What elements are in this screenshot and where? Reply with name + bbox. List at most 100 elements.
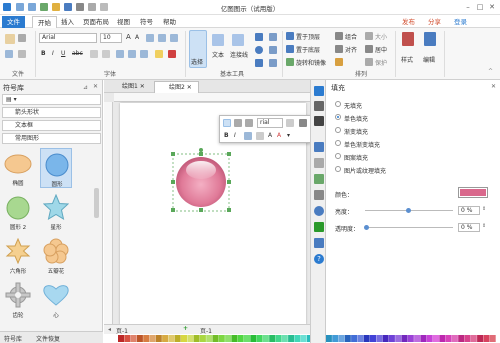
minimize-button[interactable]: – xyxy=(462,2,474,13)
palette-swatch[interactable] xyxy=(244,335,250,342)
shape-hexagram[interactable]: 六角形 xyxy=(2,236,34,276)
palette-swatch[interactable] xyxy=(464,335,471,342)
brightness-slider-knob[interactable] xyxy=(406,208,411,213)
pen-tool-icon[interactable] xyxy=(269,33,277,41)
protect-button[interactable]: 保护 xyxy=(375,58,387,67)
maximize-button[interactable]: □ xyxy=(474,2,486,13)
edit-icon[interactable] xyxy=(424,32,436,46)
panel-close-icon[interactable]: ✕ xyxy=(93,83,98,90)
rectangle-tool-icon[interactable] xyxy=(255,33,263,41)
fill-option-gradient-radio[interactable] xyxy=(335,127,341,133)
fill-option-picture-radio[interactable] xyxy=(335,166,341,172)
format-painter-float-icon[interactable] xyxy=(299,119,307,127)
bold-icon[interactable]: B xyxy=(41,50,46,57)
close-button[interactable]: ✕ xyxy=(486,2,498,13)
float-italic-icon[interactable]: I xyxy=(234,132,236,139)
palette-swatch[interactable] xyxy=(250,335,257,342)
library-category-textbox[interactable]: 文本框 xyxy=(2,120,101,131)
fill-color-picker[interactable] xyxy=(458,187,488,198)
transparency-spinner[interactable]: ⇕ xyxy=(482,223,486,229)
palette-swatch[interactable] xyxy=(470,335,477,342)
float-size-icon[interactable] xyxy=(286,119,294,127)
palette-swatch[interactable] xyxy=(130,335,137,342)
palette-swatch[interactable] xyxy=(458,335,465,342)
transparency-slider-knob[interactable] xyxy=(364,225,369,230)
font-color-icon[interactable] xyxy=(168,50,176,58)
tab-insert[interactable]: 插入 xyxy=(56,16,79,28)
italic-icon[interactable]: I xyxy=(52,50,54,57)
fill-option-pattern[interactable]: 图案填充 xyxy=(344,153,368,162)
palette-swatch[interactable] xyxy=(483,335,490,342)
publish-button[interactable]: 发布 xyxy=(402,16,415,28)
underline-icon[interactable]: U xyxy=(61,50,65,57)
palette-swatch[interactable] xyxy=(281,335,288,342)
arc-tool-icon[interactable] xyxy=(269,59,277,67)
send-back-icon[interactable] xyxy=(286,45,294,53)
doc-tab-2[interactable]: 绘图2 ✕ xyxy=(154,81,199,93)
brightness-input[interactable]: 0 % xyxy=(458,206,480,215)
align-button[interactable]: 对齐 xyxy=(345,45,357,54)
palette-swatch[interactable] xyxy=(388,335,395,342)
send-back-button[interactable]: 置于底层 xyxy=(296,45,320,54)
palette-swatch[interactable] xyxy=(231,335,238,342)
ellipse-tool-icon[interactable] xyxy=(255,46,263,54)
font-grow-icon[interactable]: A xyxy=(126,33,131,41)
line-tool-icon[interactable] xyxy=(255,59,263,67)
palette-swatch[interactable] xyxy=(401,335,408,342)
palette-swatch[interactable] xyxy=(288,335,295,342)
fill-icon[interactable] xyxy=(234,119,242,127)
palette-swatch[interactable] xyxy=(445,335,452,342)
align-icon[interactable] xyxy=(335,45,343,53)
library-category-common[interactable]: 常用图形 xyxy=(2,133,101,144)
tab-view[interactable]: 视图 xyxy=(112,16,135,28)
tab-page-layout[interactable]: 页面布局 xyxy=(78,16,114,28)
palette-swatch[interactable] xyxy=(338,335,345,342)
palette-swatch[interactable] xyxy=(351,335,358,342)
group-button[interactable]: 组合 xyxy=(345,32,357,41)
float-dropdown-icon[interactable]: ▾ xyxy=(287,132,290,139)
shape-heart[interactable]: 心 xyxy=(40,280,72,320)
shadow-panel-icon[interactable] xyxy=(314,116,324,126)
library-search-input[interactable]: ▤ ▾ xyxy=(2,94,101,105)
layer-panel-icon[interactable] xyxy=(314,158,324,168)
shape-circle[interactable]: 圆形 xyxy=(40,148,72,188)
paste-icon[interactable] xyxy=(5,34,15,44)
connector-tool-icon[interactable] xyxy=(232,34,244,46)
strikethrough-icon[interactable]: abc xyxy=(72,50,83,57)
lock-icon[interactable] xyxy=(335,58,343,66)
palette-swatch[interactable] xyxy=(382,335,389,342)
palette-swatch[interactable] xyxy=(206,335,213,342)
bring-front-icon[interactable] xyxy=(286,32,294,40)
fill-option-gradient[interactable]: 渐变填充 xyxy=(344,127,368,136)
palette-swatch[interactable] xyxy=(237,335,244,342)
palette-swatch[interactable] xyxy=(181,335,187,342)
shape-gear[interactable]: 齿轮 xyxy=(2,280,34,320)
format-painter-icon[interactable] xyxy=(5,50,13,58)
palette-swatch[interactable] xyxy=(325,335,332,342)
hyperlink-panel-icon[interactable] xyxy=(314,206,324,216)
highlight-color-icon[interactable] xyxy=(155,50,163,58)
palette-swatch[interactable] xyxy=(477,335,484,342)
fill-option-mono-gradient-radio[interactable] xyxy=(335,140,341,146)
pencil-tool-icon[interactable] xyxy=(269,46,277,54)
palette-swatch[interactable] xyxy=(193,335,200,342)
superscript-icon[interactable] xyxy=(102,50,110,58)
protect-icon[interactable] xyxy=(365,58,373,66)
fill-option-picture[interactable]: 图片或纹理填充 xyxy=(344,166,386,175)
palette-swatch[interactable] xyxy=(433,335,439,342)
float-bold-icon[interactable]: B xyxy=(224,132,229,139)
palette-swatch[interactable] xyxy=(370,335,376,342)
page-panel-icon[interactable] xyxy=(314,174,324,184)
comment-panel-icon[interactable] xyxy=(314,238,324,248)
attachment-panel-icon[interactable] xyxy=(314,222,324,232)
palette-swatch[interactable] xyxy=(357,335,364,342)
connector-tool-label[interactable]: 连接线 xyxy=(230,50,248,59)
help-icon[interactable]: ? xyxy=(314,254,324,264)
palette-swatch[interactable] xyxy=(275,335,282,342)
float-font-select[interactable]: rial xyxy=(257,118,283,128)
palette-swatch[interactable] xyxy=(256,335,263,342)
palette-swatch[interactable] xyxy=(174,335,181,342)
align-center-icon[interactable] xyxy=(128,50,136,58)
palette-swatch[interactable] xyxy=(168,335,175,342)
fill-panel-icon[interactable] xyxy=(314,86,324,96)
